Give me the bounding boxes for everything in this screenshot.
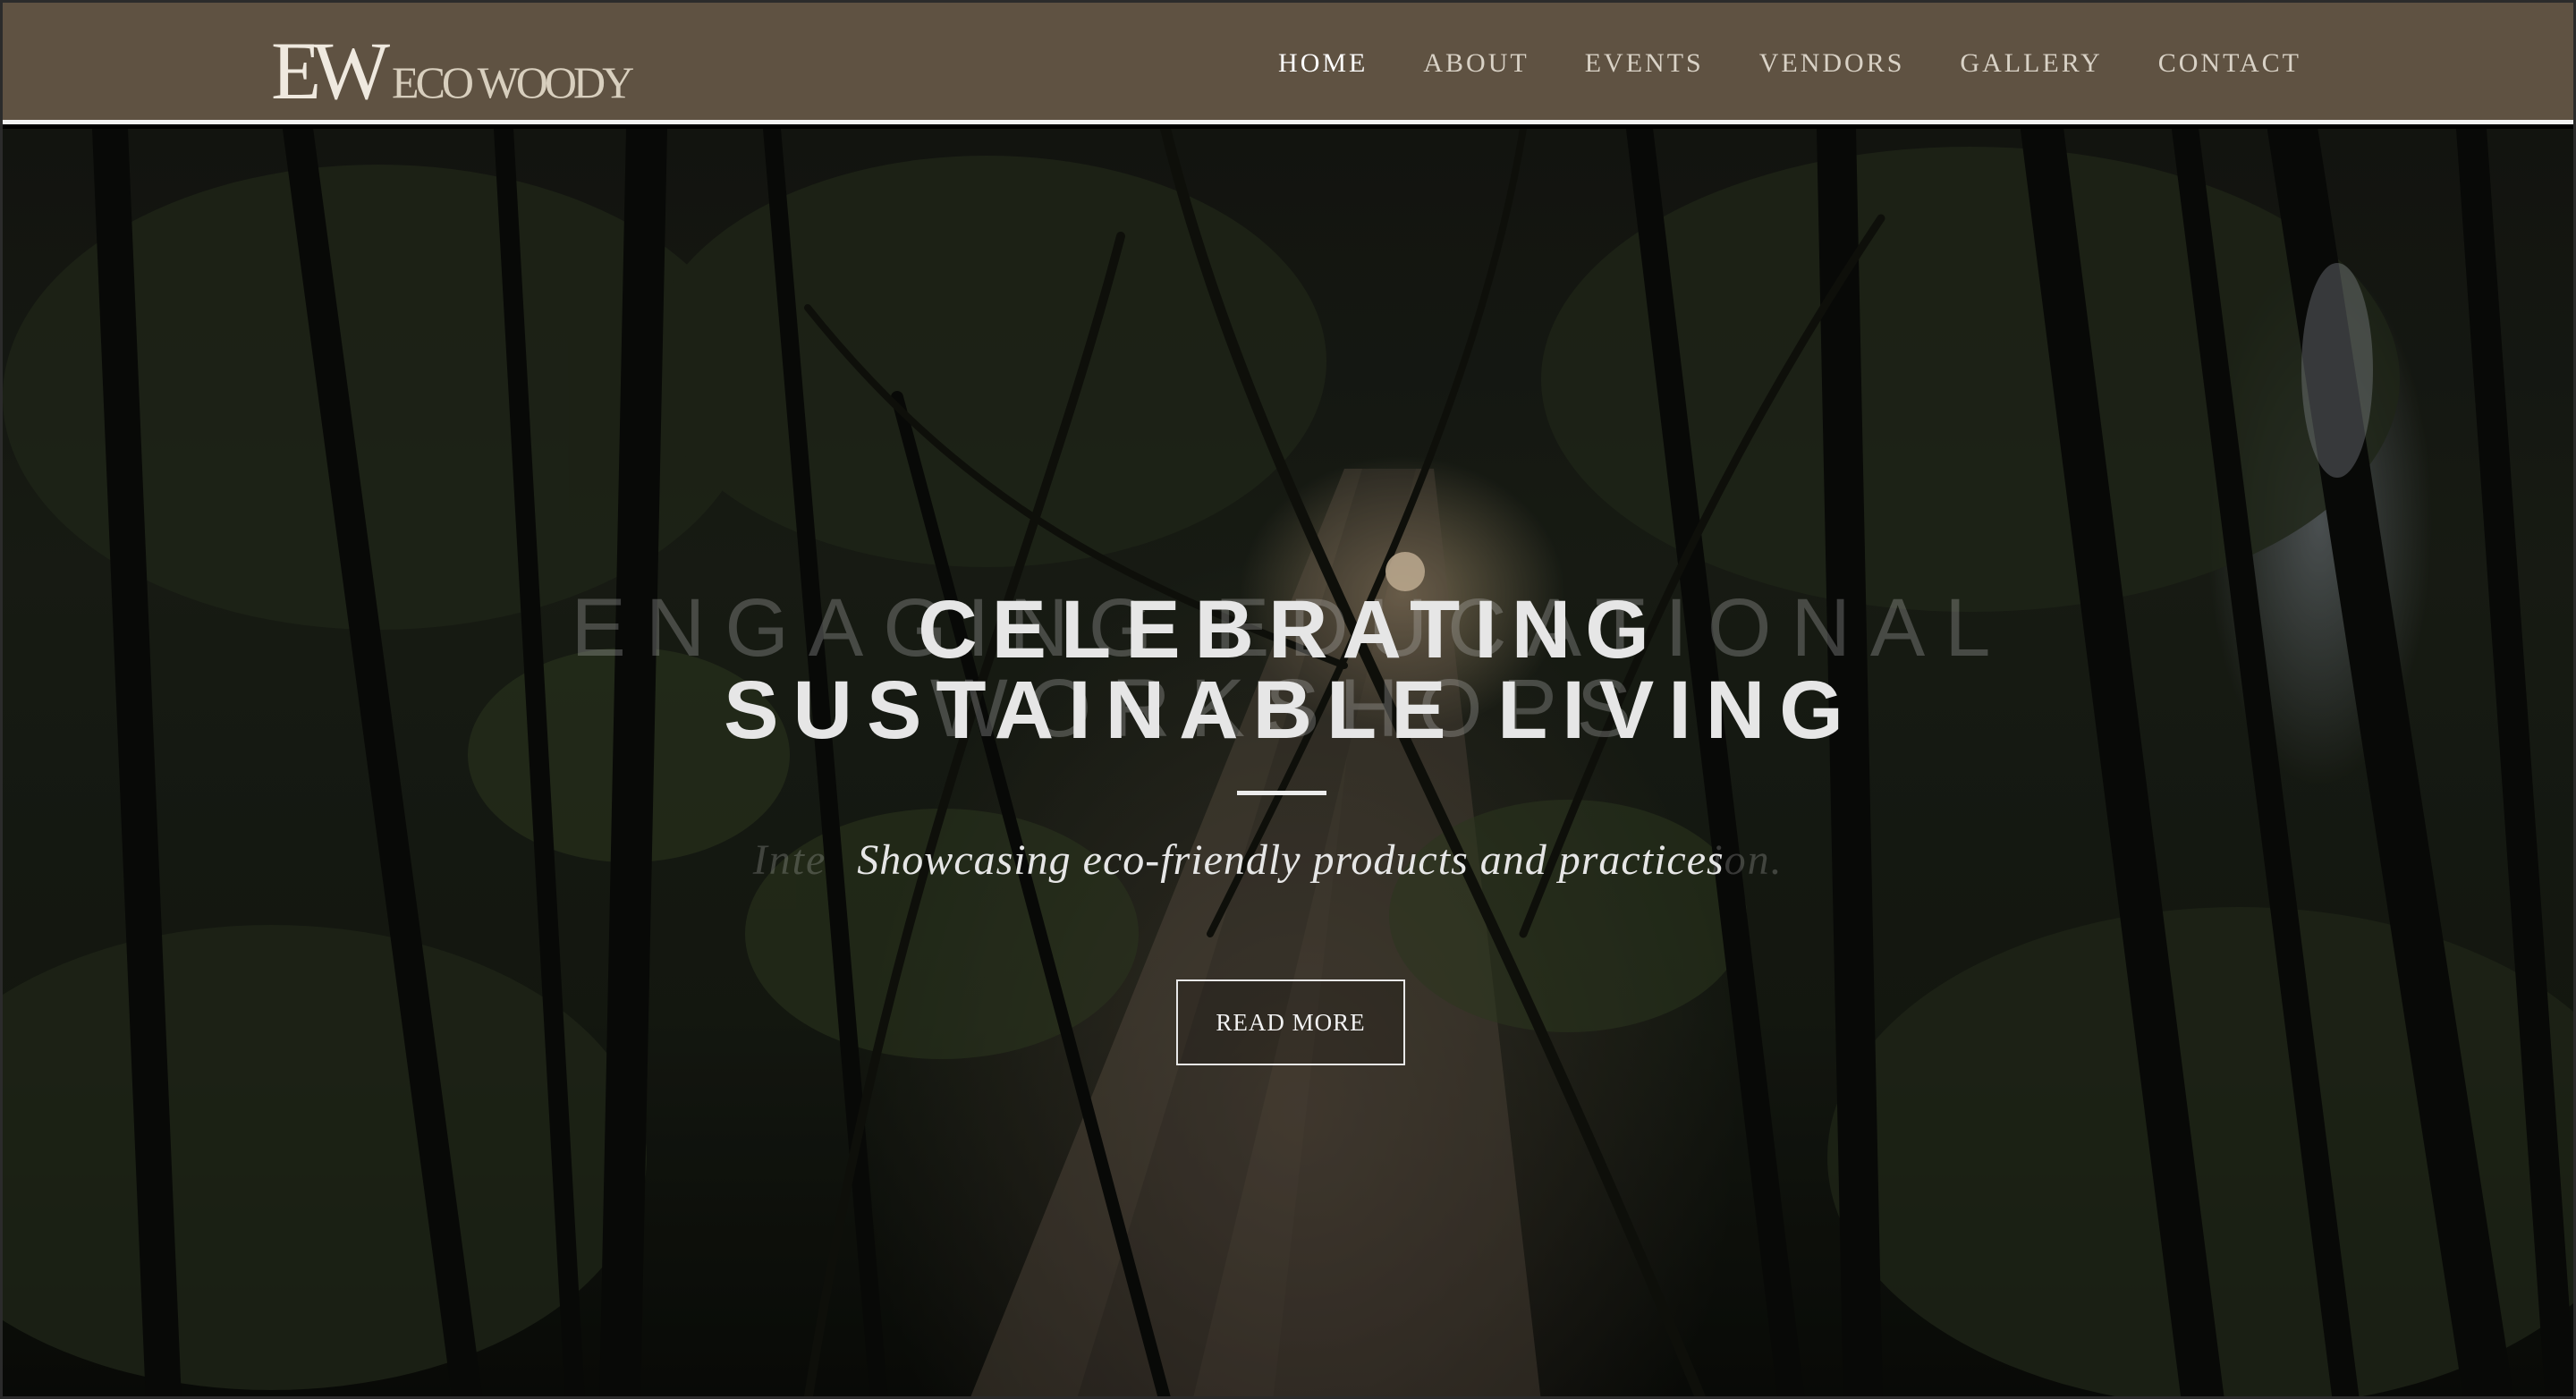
logo-mark: EW: [271, 25, 390, 116]
page-frame: EW ECO WOODY HOME ABOUT EVENTS VENDORS G…: [0, 0, 2576, 1399]
hero-divider: [1237, 791, 1326, 795]
hero-title-line2: SUSTAINABLE LIVING: [724, 665, 1858, 756]
hero-subtitle: Showcasing eco-friendly products and pra…: [857, 836, 1724, 884]
hero-title-line1: CELEBRATING: [918, 584, 1664, 675]
read-more-button[interactable]: READ MORE: [1176, 979, 1405, 1065]
nav-vendors[interactable]: VENDORS: [1759, 48, 1905, 79]
nav-events[interactable]: EVENTS: [1585, 48, 1704, 79]
nav-contact[interactable]: CONTACT: [2158, 48, 2301, 79]
logo-wordmark: ECO WOODY: [392, 57, 634, 107]
logo[interactable]: EW ECO WOODY: [271, 25, 634, 116]
nav-home[interactable]: HOME: [1278, 48, 1368, 79]
hero-slider: ENGAGING EDUCATIONAL WORKSHOPS Inte ion.…: [3, 129, 2573, 1396]
site-header: EW ECO WOODY HOME ABOUT EVENTS VENDORS G…: [3, 3, 2573, 124]
nav-about[interactable]: ABOUT: [1423, 48, 1529, 79]
main-nav: HOME ABOUT EVENTS VENDORS GALLERY CONTAC…: [1278, 3, 2301, 124]
nav-gallery[interactable]: GALLERY: [1960, 48, 2102, 79]
hero-content: ENGAGING EDUCATIONAL WORKSHOPS Inte ion.…: [3, 129, 2573, 1396]
